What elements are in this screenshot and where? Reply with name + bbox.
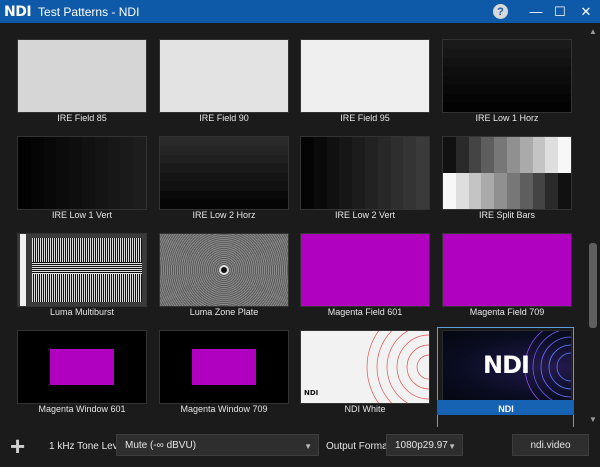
scroll-down-icon[interactable]: ▼	[586, 412, 600, 426]
maximize-button[interactable]: ☐	[548, 0, 572, 23]
pattern-label: Magenta Window 601	[38, 404, 126, 414]
scroll-up-icon[interactable]: ▲	[586, 24, 600, 38]
add-icon[interactable]: +	[10, 433, 25, 459]
title-bar: NDI Test Patterns - NDI ? — ☐ ✕	[0, 0, 600, 23]
pattern-label: IRE Low 2 Vert	[334, 210, 396, 220]
pattern-label: IRE Field 95	[340, 113, 390, 123]
pattern-thumbnail: NDI	[300, 330, 430, 404]
pattern-thumbnail	[159, 330, 289, 404]
pattern-thumbnail: NDI	[442, 330, 572, 404]
pattern-label: IRE Low 1 Horz	[475, 113, 539, 123]
pattern-thumbnail	[17, 39, 147, 113]
bottom-toolbar: + 1 kHz Tone Level Mute (-∞ dBVU) ▼ Outp…	[0, 427, 600, 467]
pattern-thumbnail	[159, 136, 289, 210]
ripple-graphic	[366, 331, 429, 403]
pattern-label: IRE Field 85	[57, 113, 107, 123]
pattern-label: IRE Low 2 Horz	[192, 210, 256, 220]
pattern-label: IRE Split Bars	[478, 210, 536, 220]
ndi-logo: NDI	[4, 3, 32, 20]
chevron-down-icon: ▼	[304, 442, 312, 451]
output-format-dropdown[interactable]: 1080p29.97 ▼	[386, 434, 463, 456]
ndi-video-link-button[interactable]: ndi.video	[512, 434, 589, 456]
pattern-thumbnail	[442, 39, 572, 113]
pattern-thumbnail	[17, 233, 147, 307]
close-button[interactable]: ✕	[572, 0, 600, 23]
window-title: Test Patterns - NDI	[38, 4, 140, 19]
pattern-thumbnail	[442, 233, 572, 307]
pattern-label: IRE Field 90	[199, 113, 249, 123]
ndi-logo-large: NDI	[483, 351, 530, 379]
pattern-label: Luma Zone Plate	[189, 307, 259, 317]
pattern-label: Luma Multiburst	[49, 307, 115, 317]
pattern-thumbnail	[300, 39, 430, 113]
pattern-grid: IRE Field 85 IRE Field 90 IRE Field 95 I…	[0, 23, 586, 427]
scroll-thumb[interactable]	[589, 243, 597, 328]
pattern-thumbnail	[442, 136, 572, 210]
pattern-label: NDI White	[344, 404, 386, 414]
pattern-thumbnail	[17, 136, 147, 210]
pattern-thumbnail	[17, 330, 147, 404]
output-format-label: Output Format	[326, 441, 391, 452]
pattern-label: NDI	[498, 404, 514, 414]
tone-level-label: 1 kHz Tone Level	[49, 441, 126, 452]
chevron-down-icon: ▼	[448, 442, 456, 451]
pattern-thumbnail	[300, 233, 430, 307]
pattern-thumbnail	[159, 39, 289, 113]
vertical-scrollbar[interactable]: ▲ ▼	[586, 23, 600, 427]
pattern-label: IRE Low 1 Vert	[51, 210, 113, 220]
pattern-thumbnail	[300, 136, 430, 210]
pattern-label: Magenta Field 709	[469, 307, 545, 317]
output-format-value: 1080p29.97	[395, 439, 448, 451]
pattern-label: Magenta Window 709	[180, 404, 268, 414]
help-button[interactable]: ?	[493, 4, 508, 19]
pattern-label: Magenta Field 601	[327, 307, 403, 317]
minimize-button[interactable]: —	[524, 0, 548, 23]
tone-level-dropdown[interactable]: Mute (-∞ dBVU) ▼	[116, 434, 319, 456]
pattern-thumbnail	[159, 233, 289, 307]
tone-level-value: Mute (-∞ dBVU)	[125, 439, 197, 451]
ndi-logo-small: NDI	[304, 389, 319, 397]
